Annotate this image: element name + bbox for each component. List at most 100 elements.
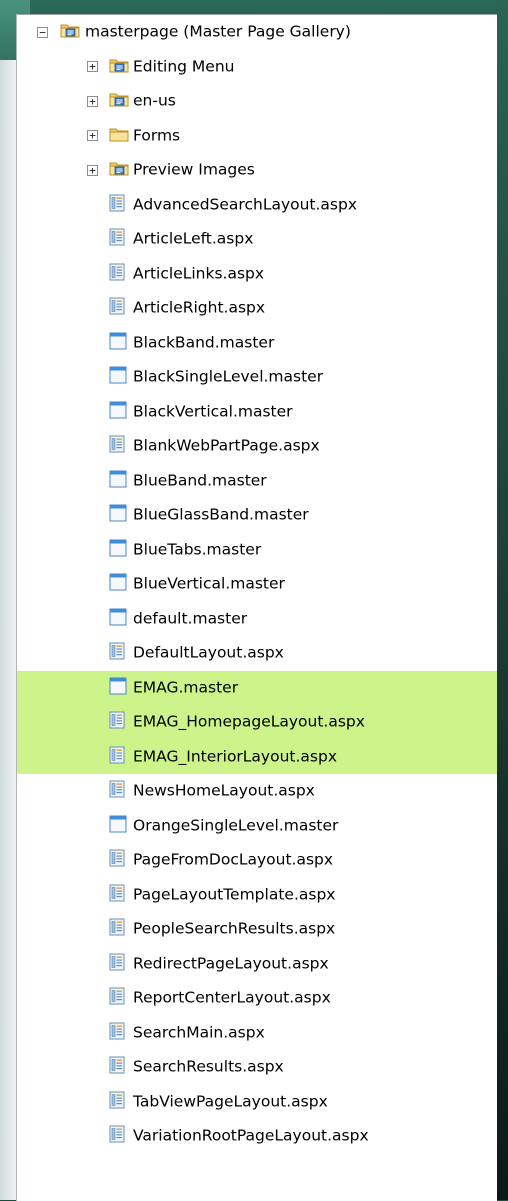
tree-item-newshomelayout-aspx[interactable]: NewsHomeLayout.aspx [17,774,497,809]
aspx-page-icon [109,746,125,768]
folder-icon [109,126,129,146]
tree-item-label: default.master [133,609,248,628]
expand-icon[interactable]: + [87,130,98,142]
tree-item-pagelayouttemplate-aspx[interactable]: PageLayoutTemplate.aspx [17,878,497,913]
master-page-icon [109,677,127,699]
aspx-page-icon [109,953,125,975]
tree-item-preview-images[interactable]: + Preview Images [17,153,497,188]
tree-item-label: OrangeSingleLevel.master [133,816,339,835]
aspx-page-icon [109,435,125,457]
tree-item-peoplesearchresults-aspx[interactable]: PeopleSearchResults.aspx [17,912,497,947]
tree-item-label: DefaultLayout.aspx [133,643,284,662]
tree-item-articlelinks-aspx[interactable]: ArticleLinks.aspx [17,257,497,292]
collapse-icon[interactable]: − [37,26,48,38]
tree-item-label: BlueTabs.master [133,540,262,559]
tree-item-label: Forms [133,126,181,145]
tree-item-default-master[interactable]: default.master [17,602,497,637]
aspx-page-icon [109,194,125,216]
tree-item-bluevertical-master[interactable]: BlueVertical.master [17,567,497,602]
aspx-page-icon [109,263,125,285]
document-library-folder-icon [109,160,129,180]
tree-item-label: BlackSingleLevel.master [133,367,324,386]
tree-item-label: ArticleLinks.aspx [133,264,265,283]
tree-item-articleright-aspx[interactable]: ArticleRight.aspx [17,291,497,326]
tree-item-tabviewpagelayout-aspx[interactable]: TabViewPageLayout.aspx [17,1085,497,1120]
master-page-icon [109,608,127,630]
tree-item-blueband-master[interactable]: BlueBand.master [17,464,497,499]
tree-item-label: en-us [133,91,176,110]
aspx-page-icon [109,849,125,871]
tree-item-editing-menu[interactable]: + Editing Menu [17,50,497,85]
aspx-page-icon [109,918,125,940]
aspx-page-icon [109,780,125,802]
tree-item-bluetabs-master[interactable]: BlueTabs.master [17,533,497,568]
tree-item-label: BlackVertical.master [133,402,293,421]
master-page-icon [109,401,127,423]
aspx-page-icon [109,642,125,664]
folder-tree-panel: − masterpage (Master Page Gallery) + Editin… [16,14,497,1201]
tree-item-orangesinglelevel-master[interactable]: OrangeSingleLevel.master [17,809,497,844]
aspx-page-icon [109,1125,125,1147]
aspx-page-icon [109,1022,125,1044]
document-library-folder-icon [60,22,80,42]
tree-item-label: AdvancedSearchLayout.aspx [133,195,358,214]
document-library-folder-icon [109,57,129,77]
master-page-icon [109,815,127,837]
tree-item-variationrootpagelayout-aspx[interactable]: VariationRootPageLayout.aspx [17,1119,497,1154]
tree-item-emag-homepagelayout-aspx[interactable]: EMAG_HomepageLayout.aspx [17,705,497,740]
tree-item-en-us[interactable]: + en-us [17,84,497,119]
tree-item-label: BlueGlassBand.master [133,505,309,524]
expand-icon[interactable]: + [87,164,98,176]
tree-item-blankwebpartpage-aspx[interactable]: BlankWebPartPage.aspx [17,429,497,464]
tree-item-label: ArticleLeft.aspx [133,229,254,248]
tree-item-blackvertical-master[interactable]: BlackVertical.master [17,395,497,430]
master-page-icon [109,332,127,354]
folder-tree: − masterpage (Master Page Gallery) + Editin… [17,15,497,1154]
tree-item-label: VariationRootPageLayout.aspx [133,1126,369,1145]
aspx-page-icon [109,228,125,250]
tree-item-label: BlueVertical.master [133,574,285,593]
window-edge-shadow [496,0,508,1200]
tree-item-blueglassband-master[interactable]: BlueGlassBand.master [17,498,497,533]
tree-item-label: BlackBand.master [133,333,275,352]
expand-icon[interactable]: + [87,95,98,107]
master-page-icon [109,470,127,492]
tree-item-label: BlankWebPartPage.aspx [133,436,320,455]
aspx-page-icon [109,1091,125,1113]
tree-item-label: Editing Menu [133,57,235,76]
document-library-folder-icon [109,91,129,111]
tree-item-label: TabViewPageLayout.aspx [133,1092,328,1111]
tree-item-advancedsearchlayout-aspx[interactable]: AdvancedSearchLayout.aspx [17,188,497,223]
tree-item-pagefromdoclayout-aspx[interactable]: PageFromDocLayout.aspx [17,843,497,878]
tree-item-emag-interiorlayout-aspx[interactable]: EMAG_InteriorLayout.aspx [17,739,497,774]
aspx-page-icon [109,297,125,319]
tree-item-label: SearchResults.aspx [133,1057,284,1076]
tree-item-reportcenterlayout-aspx[interactable]: ReportCenterLayout.aspx [17,981,497,1016]
master-page-icon [109,539,127,561]
aspx-page-icon [109,884,125,906]
tree-item-emag-master[interactable]: EMAG.master [17,670,497,705]
tree-item-label: PageFromDocLayout.aspx [133,850,334,869]
tree-item-blacksinglelevel-master[interactable]: BlackSingleLevel.master [17,360,497,395]
tree-item-label: ArticleRight.aspx [133,298,266,317]
tree-item-label: EMAG.master [133,678,239,697]
tree-item-blackband-master[interactable]: BlackBand.master [17,326,497,361]
expand-icon[interactable]: + [87,61,98,73]
tree-item-label: SearchMain.aspx [133,1023,265,1042]
tree-item-label: masterpage (Master Page Gallery) [85,22,351,41]
tree-item-label: BlueBand.master [133,471,267,490]
tree-item-articleleft-aspx[interactable]: ArticleLeft.aspx [17,222,497,257]
master-page-icon [109,504,127,526]
tree-item-defaultlayout-aspx[interactable]: DefaultLayout.aspx [17,636,497,671]
tree-item-searchmain-aspx[interactable]: SearchMain.aspx [17,1016,497,1051]
tree-item-label: Preview Images [133,160,255,179]
tree-item-searchresults-aspx[interactable]: SearchResults.aspx [17,1050,497,1085]
tree-item-masterpage-master-page-gallery[interactable]: − masterpage (Master Page Gallery) [17,15,497,50]
tree-item-forms[interactable]: + Forms [17,119,497,154]
tree-item-label: PeopleSearchResults.aspx [133,919,336,938]
tree-item-redirectpagelayout-aspx[interactable]: RedirectPageLayout.aspx [17,947,497,982]
aspx-page-icon [109,1056,125,1078]
window-left-edge [0,60,16,1200]
tree-item-label: PageLayoutTemplate.aspx [133,885,336,904]
aspx-page-icon [109,711,125,733]
